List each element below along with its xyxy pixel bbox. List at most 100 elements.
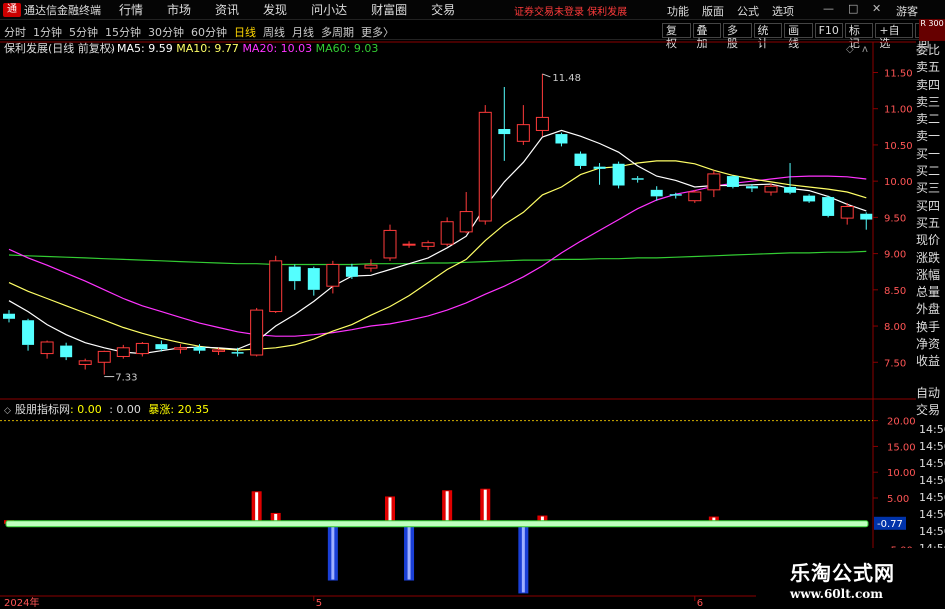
- candle-body-up: [383, 229, 397, 259]
- candle-body-down: [155, 344, 168, 350]
- menu-bar: 通 通达信金融终端 行情 市场 资讯 发现 问小达 财富圈 交易 证券交易未登录…: [0, 0, 945, 20]
- maximize-icon[interactable]: □: [848, 2, 858, 15]
- adjust-button[interactable]: 复权: [662, 23, 691, 50]
- menu-item-formula[interactable]: 公式: [737, 3, 759, 19]
- tab-period[interactable]: 30分钟: [148, 24, 184, 40]
- indicator-toggle-icon[interactable]: ◇: [4, 406, 11, 416]
- sidebar-item[interactable]: 买四: [916, 198, 945, 215]
- diamond-icon[interactable]: ◇: [846, 44, 854, 55]
- close-icon[interactable]: ✕: [872, 2, 881, 15]
- candle-body-down: [345, 266, 358, 277]
- time-entry: 14:56: [919, 474, 945, 487]
- sidebar-item[interactable]: 卖四: [916, 77, 945, 94]
- candle-body-up: [116, 347, 130, 357]
- tab-period[interactable]: 分时: [4, 24, 26, 40]
- time-entry: 14:56: [919, 423, 945, 436]
- menu-item-quotes[interactable]: 行情: [119, 1, 143, 18]
- candle-body-down: [612, 163, 625, 186]
- menu-item-function[interactable]: 功能: [667, 3, 689, 19]
- sidebar-item[interactable]: 委比: [916, 42, 945, 59]
- time-entry: 14:56: [919, 440, 945, 453]
- price-tick-label: 11.00: [884, 105, 913, 116]
- sidebar-item[interactable]: 卖三: [916, 94, 945, 111]
- candle-body-up: [764, 185, 778, 193]
- candle-body-down: [784, 186, 797, 193]
- tab-period[interactable]: 1分钟: [33, 24, 62, 40]
- watermark-title: 乐淘公式网: [790, 561, 895, 585]
- sidebar-item[interactable]: 换手: [916, 319, 945, 336]
- sidebar-item[interactable]: 买三: [916, 180, 945, 197]
- sidebar-item[interactable]: 总量: [916, 284, 945, 301]
- tab-period[interactable]: 多周期: [321, 24, 354, 40]
- tab-period[interactable]: 周线: [263, 24, 285, 40]
- watermark-url: www.60lt.com: [790, 587, 883, 601]
- candle-body-down: [631, 178, 644, 180]
- indicator-legend-value: : 0.00: [70, 403, 102, 416]
- ma10-legend: MA10: 9.77: [176, 42, 242, 55]
- menu-item-market[interactable]: 市场: [167, 1, 191, 18]
- price-tick-label: 10.50: [884, 141, 913, 152]
- indicator-legend-value: : 0.00: [109, 403, 141, 416]
- tab-period[interactable]: 更多〉: [361, 24, 394, 40]
- sidebar-item[interactable]: 买五: [916, 215, 945, 232]
- stats-button[interactable]: 统计: [753, 23, 783, 50]
- add-watchlist-button[interactable]: +自选: [875, 23, 913, 50]
- menu-item-trade[interactable]: 交易: [431, 1, 455, 18]
- indicator-legend-surge: 暴涨: 20.35: [148, 403, 209, 416]
- candle-body-up: [440, 221, 454, 245]
- candle-body-up: [40, 341, 54, 355]
- zero-value-label: -0.77: [877, 519, 903, 530]
- menu-item-options[interactable]: 选项: [772, 3, 794, 19]
- menu-item-wealth[interactable]: 财富圈: [371, 1, 407, 18]
- sidebar-item[interactable]: 涨幅: [916, 267, 945, 284]
- time-tick-label: 2024年: [4, 596, 39, 609]
- overlay-button[interactable]: 叠加: [692, 23, 722, 50]
- time-tick-label: 5: [316, 598, 322, 609]
- ma20-line: [8, 175, 867, 337]
- candle-body-up: [326, 263, 340, 287]
- legend-toggle-icon[interactable]: ◇: [106, 45, 113, 55]
- sidebar-item[interactable]: 买一: [916, 146, 945, 163]
- auto-trade-sidebar: 自动 交易: [916, 385, 945, 419]
- tab-period[interactable]: 日线: [234, 24, 256, 40]
- menu-item-news[interactable]: 资讯: [215, 1, 239, 18]
- menu-item-layout[interactable]: 版面: [702, 3, 724, 19]
- price-tick-label: 8.50: [884, 286, 906, 297]
- kline-chart[interactable]: 保利发展(日线 前复权) ◇ MA5: 9.59 MA10: 9.77 MA20…: [0, 40, 916, 609]
- tab-period[interactable]: 15分钟: [105, 24, 141, 40]
- mark-button[interactable]: 标记: [844, 23, 874, 50]
- tab-period[interactable]: 5分钟: [69, 24, 98, 40]
- menu-item-discover[interactable]: 发现: [263, 1, 287, 18]
- indicator-tick-label: 10.00: [887, 468, 916, 479]
- sidebar-item[interactable]: 外盘: [916, 301, 945, 318]
- tab-period[interactable]: 月线: [292, 24, 314, 40]
- login-notice[interactable]: 证券交易未登录 保利发展: [514, 3, 627, 18]
- candle-body-down: [803, 195, 816, 202]
- indicator-zero-baseline: [5, 520, 869, 528]
- sidebar-item[interactable]: 自动: [916, 385, 945, 402]
- menu-item-ask[interactable]: 问小达: [311, 1, 347, 18]
- f10-button[interactable]: F10: [814, 23, 843, 38]
- sidebar-item[interactable]: 卖二: [916, 111, 945, 128]
- tab-period[interactable]: 60分钟: [191, 24, 227, 40]
- sidebar-item[interactable]: 卖一: [916, 128, 945, 145]
- candle-body-down: [555, 134, 568, 144]
- candle-body-down: [726, 176, 739, 187]
- sidebar-item[interactable]: 现价: [916, 232, 945, 249]
- candle-body-up: [364, 264, 378, 269]
- guest-label[interactable]: 游客: [896, 3, 918, 19]
- multi-stock-button[interactable]: 多股: [723, 23, 752, 50]
- candle-body-up: [421, 242, 435, 247]
- sidebar-item[interactable]: 收益: [916, 353, 945, 370]
- sidebar-item[interactable]: 买二: [916, 163, 945, 180]
- time-entry: 14:56: [919, 457, 945, 470]
- draw-line-button[interactable]: 画线: [784, 23, 813, 50]
- sidebar-item[interactable]: 涨跌: [916, 250, 945, 267]
- sidebar-item[interactable]: 净资: [916, 336, 945, 353]
- candle-body-up: [402, 243, 416, 246]
- sidebar-item[interactable]: 交易: [916, 402, 945, 419]
- minimize-icon[interactable]: —: [823, 2, 834, 15]
- collapse-icon[interactable]: ʌ: [862, 44, 868, 55]
- candle-body-down: [860, 213, 873, 220]
- sidebar-item[interactable]: 卖五: [916, 59, 945, 76]
